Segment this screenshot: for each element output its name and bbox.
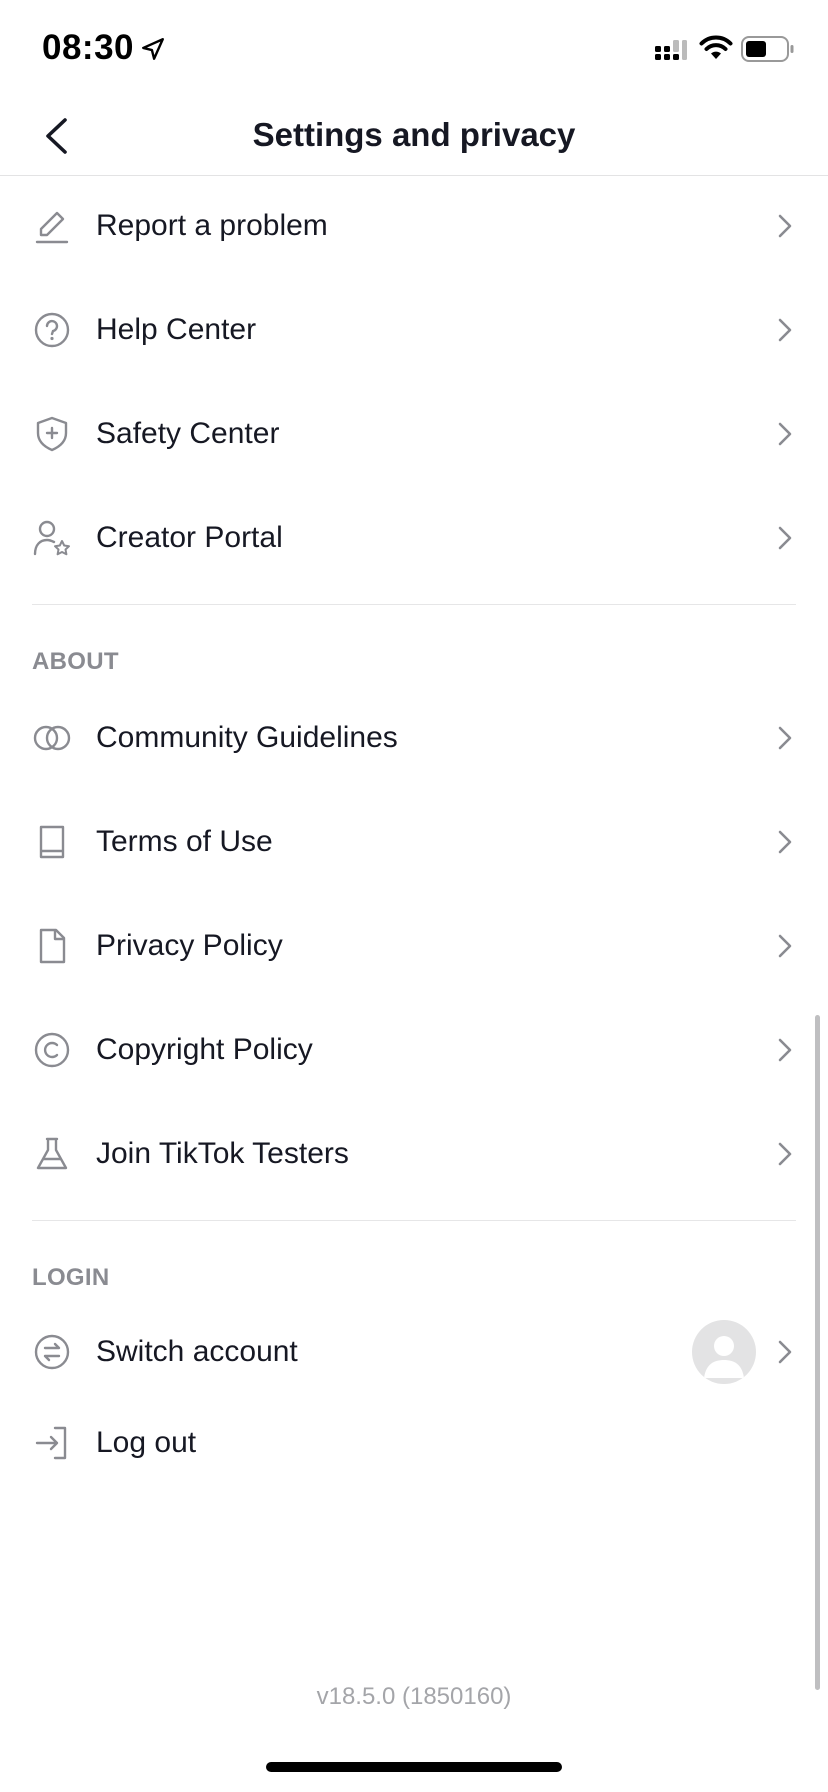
menu-item-label: Safety Center xyxy=(96,417,280,450)
menu-item-terms-of-use[interactable]: Terms of Use xyxy=(0,790,828,894)
section-title-about: ABOUT xyxy=(32,648,119,675)
chevron-right-icon xyxy=(778,1340,792,1364)
chevron-right-icon xyxy=(778,526,792,550)
menu-item-switch-account[interactable]: Switch account xyxy=(0,1300,828,1404)
menu-item-safety-center[interactable]: Safety Center xyxy=(0,382,828,486)
switch-arrows-icon xyxy=(32,1332,72,1372)
log-out-icon xyxy=(32,1423,72,1463)
menu-item-join-tiktok-testers[interactable]: Join TikTok Testers xyxy=(0,1102,828,1206)
document-icon xyxy=(32,926,72,966)
menu-item-label: Report a problem xyxy=(96,209,328,242)
chevron-right-icon xyxy=(778,726,792,750)
menu-item-label: Help Center xyxy=(96,313,257,346)
home-indicator xyxy=(266,1762,562,1772)
menu-item-report-a-problem[interactable]: Report a problem xyxy=(0,174,828,278)
menu-item-label: Join TikTok Testers xyxy=(96,1137,349,1170)
chevron-right-icon xyxy=(778,318,792,342)
menu-item-label: Creator Portal xyxy=(96,521,283,554)
section-title-login: LOGIN xyxy=(32,1264,110,1291)
interlocking-circles-icon xyxy=(32,718,72,758)
header-bar: Settings and privacy xyxy=(0,100,828,176)
menu-item-help-center[interactable]: Help Center xyxy=(0,278,828,382)
book-icon xyxy=(32,822,72,862)
flask-icon xyxy=(32,1134,72,1174)
copyright-icon xyxy=(32,1030,72,1070)
menu-item-creator-portal[interactable]: Creator Portal xyxy=(0,486,828,590)
chevron-right-icon xyxy=(778,1142,792,1166)
menu-item-label: Terms of Use xyxy=(96,825,273,858)
scrollbar[interactable] xyxy=(815,1015,820,1690)
wifi-icon xyxy=(699,35,733,59)
menu-item-label: Privacy Policy xyxy=(96,929,283,962)
section-divider xyxy=(32,604,796,605)
battery-icon xyxy=(741,36,794,62)
shield-plus-icon xyxy=(32,414,72,454)
cellular-signal-icon xyxy=(655,40,687,60)
chevron-right-icon xyxy=(778,214,792,238)
question-circle-icon xyxy=(32,310,72,350)
chevron-right-icon xyxy=(778,422,792,446)
person-star-icon xyxy=(32,518,72,558)
chevron-right-icon xyxy=(778,934,792,958)
menu-item-label: Community Guidelines xyxy=(96,721,398,754)
menu-item-copyright-policy[interactable]: Copyright Policy xyxy=(0,998,828,1102)
menu-item-label: Copyright Policy xyxy=(96,1033,313,1066)
status-bar: 08:30 xyxy=(0,0,828,100)
menu-item-label: Switch account xyxy=(96,1335,298,1368)
section-divider xyxy=(32,1220,796,1221)
menu-item-community-guidelines[interactable]: Community Guidelines xyxy=(0,686,828,790)
location-arrow-icon xyxy=(142,38,164,60)
chevron-right-icon xyxy=(778,1038,792,1062)
avatar xyxy=(692,1320,756,1384)
menu-item-log-out[interactable]: Log out xyxy=(0,1393,828,1493)
page-title: Settings and privacy xyxy=(252,116,576,153)
status-time: 08:30 xyxy=(42,28,135,67)
pencil-icon xyxy=(32,206,72,246)
menu-item-label: Log out xyxy=(96,1426,197,1459)
chevron-right-icon xyxy=(778,830,792,854)
app-version: v18.5.0 (1850160) xyxy=(316,1683,512,1710)
menu-item-privacy-policy[interactable]: Privacy Policy xyxy=(0,894,828,998)
